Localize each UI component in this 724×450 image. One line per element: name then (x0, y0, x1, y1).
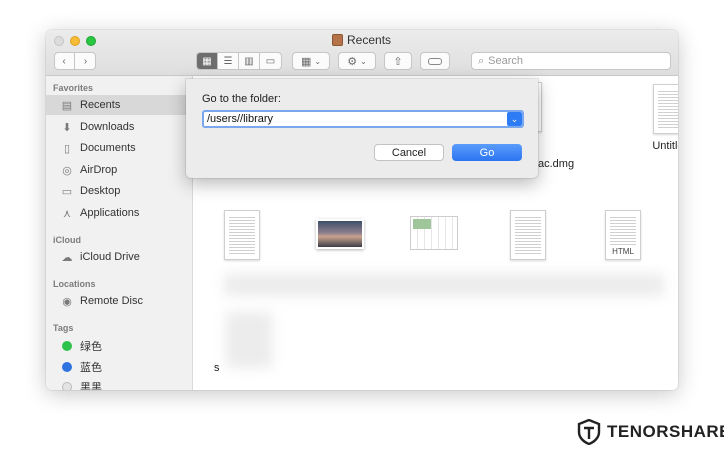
applications-icon: ⋏ (62, 207, 72, 220)
sidebar-item-tag-green[interactable]: 绿色 (46, 336, 193, 356)
blurred-file-item (226, 312, 272, 368)
window-title: Recents (332, 33, 391, 47)
maximize-window-button[interactable] (86, 36, 96, 46)
sidebar-item-label: Desktop (80, 185, 121, 197)
file-thumbnail (653, 84, 678, 134)
airdrop-icon: ◎ (62, 164, 72, 177)
share-icon: ⇧ (393, 55, 403, 68)
tags-header: Tags (53, 323, 74, 333)
file-item-spreadsheet[interactable] (410, 216, 458, 250)
file-item-untitled[interactable]: Untitled (646, 84, 678, 152)
sidebar-item-applications[interactable]: ⋏ Applications (46, 203, 193, 223)
share-button[interactable]: ⇧ (384, 52, 412, 70)
search-field[interactable]: ⌕ Search (471, 52, 671, 70)
chevron-down-icon: ⌄ (510, 113, 519, 124)
sidebar-item-desktop[interactable]: ▭ Desktop (46, 181, 193, 201)
sidebar-item-label: Applications (80, 207, 140, 219)
sidebar-item-label: AirDrop (80, 164, 118, 176)
close-window-button[interactable] (54, 36, 64, 46)
back-button[interactable]: ‹ (54, 53, 75, 69)
sidebar-item-tag-other[interactable]: 黑黑 (46, 377, 193, 390)
sidebar: Favorites ▤ Recents ⬇ Downloads ▯ Docume… (46, 76, 193, 390)
list-view-button[interactable]: ☰ (218, 53, 239, 69)
brand-logo: TENORSHARE (577, 419, 724, 445)
spreadsheet-thumbnail (410, 216, 458, 250)
file-thumbnail (224, 210, 260, 260)
sidebar-item-label: 黑黑 (80, 382, 102, 390)
window-title-text: Recents (347, 33, 392, 47)
favorites-header: Favorites (53, 83, 94, 93)
sidebar-item-label: 蓝色 (80, 362, 102, 374)
group-button[interactable]: ▦ ⌄ (292, 52, 330, 70)
desktop-icon: ▭ (61, 185, 73, 198)
tag-dot-icon (60, 380, 74, 390)
tag-icon (428, 57, 442, 65)
tag-dot-icon (60, 360, 74, 374)
sidebar-item-tag-blue[interactable]: 蓝色 (46, 357, 193, 377)
file-label: s (214, 362, 220, 374)
sidebar-item-recents[interactable]: ▤ Recents (46, 95, 193, 115)
sidebar-item-airdrop[interactable]: ◎ AirDrop (46, 160, 193, 180)
sidebar-item-icloud-drive[interactable]: ☁ iCloud Drive (46, 247, 193, 267)
chevron-down-icon: ⌄ (314, 56, 322, 66)
sidebar-item-documents[interactable]: ▯ Documents (46, 138, 193, 158)
file-thumbnail (510, 210, 546, 260)
shield-logo-icon (577, 419, 601, 445)
blurred-file-labels (224, 274, 664, 296)
file-type-label: HTML (612, 247, 634, 256)
grid-icon: ▦ (300, 55, 312, 68)
file-label: Untitled (652, 140, 678, 152)
file-thumbnail: HTML (605, 210, 641, 260)
sidebar-item-label: Recents (80, 99, 121, 111)
search-icon: ⌕ (478, 54, 485, 67)
chevron-down-icon: ⌄ (360, 56, 367, 66)
icon-view-button[interactable]: ▦ (197, 53, 218, 69)
sidebar-item-label: Documents (80, 142, 136, 154)
document-icon: ▯ (63, 142, 71, 155)
file-label: ac.dmg (538, 158, 575, 170)
folder-icon (332, 34, 343, 46)
minimize-window-button[interactable] (70, 36, 80, 46)
photo-thumbnail (316, 219, 364, 249)
cancel-button[interactable]: Cancel (374, 144, 444, 161)
brand-name: TENORSHARE (607, 422, 724, 441)
go-to-folder-dialog: Go to the folder: /users//library ⌄ Canc… (186, 79, 538, 178)
file-label-dmg: ac.dmg (538, 158, 574, 170)
sidebar-item-label: Downloads (80, 121, 135, 133)
column-view-button[interactable]: ▥ (239, 53, 260, 69)
file-item-doc-2[interactable] (510, 210, 546, 260)
folder-path-value: /users//library (207, 113, 274, 125)
gear-icon: ⚙ (347, 55, 358, 68)
file-item-photo[interactable] (316, 219, 364, 249)
tag-dot-icon (60, 339, 74, 353)
sidebar-item-downloads[interactable]: ⬇ Downloads (46, 117, 193, 137)
sidebar-item-label: iCloud Drive (80, 251, 140, 263)
sidebar-item-label: Remote Disc (80, 295, 143, 307)
icloud-header: iCloud (53, 235, 81, 245)
go-button[interactable]: Go (452, 144, 522, 161)
dialog-label: Go to the folder: (202, 93, 281, 105)
action-button[interactable]: ⚙ ⌄ (338, 52, 376, 70)
nav-buttons: ‹ › (54, 52, 96, 70)
forward-button[interactable]: › (75, 53, 96, 69)
gallery-view-button[interactable]: ▭ (260, 53, 281, 69)
file-item-doc-1[interactable] (224, 210, 260, 260)
tags-button[interactable] (420, 52, 450, 70)
path-history-dropdown[interactable]: ⌄ (507, 112, 522, 126)
file-item-html[interactable]: HTML (605, 210, 641, 260)
clock-icon: ▤ (61, 99, 73, 112)
search-placeholder: Search (488, 55, 524, 67)
sidebar-item-remote-disc[interactable]: ◉ Remote Disc (46, 291, 193, 311)
cloud-icon: ☁ (61, 251, 73, 264)
folder-path-input[interactable]: /users//library ⌄ (202, 110, 524, 128)
titlebar: Recents ‹ › ▦ ☰ ▥ ▭ ▦ ⌄ ⚙ ⌄ ⇧ ⌕ Search (46, 30, 678, 76)
view-switcher: ▦ ☰ ▥ ▭ (196, 52, 282, 70)
locations-header: Locations (53, 279, 96, 289)
disc-icon: ◉ (62, 295, 72, 308)
download-icon: ⬇ (62, 121, 72, 134)
sidebar-item-label: 绿色 (80, 341, 102, 353)
